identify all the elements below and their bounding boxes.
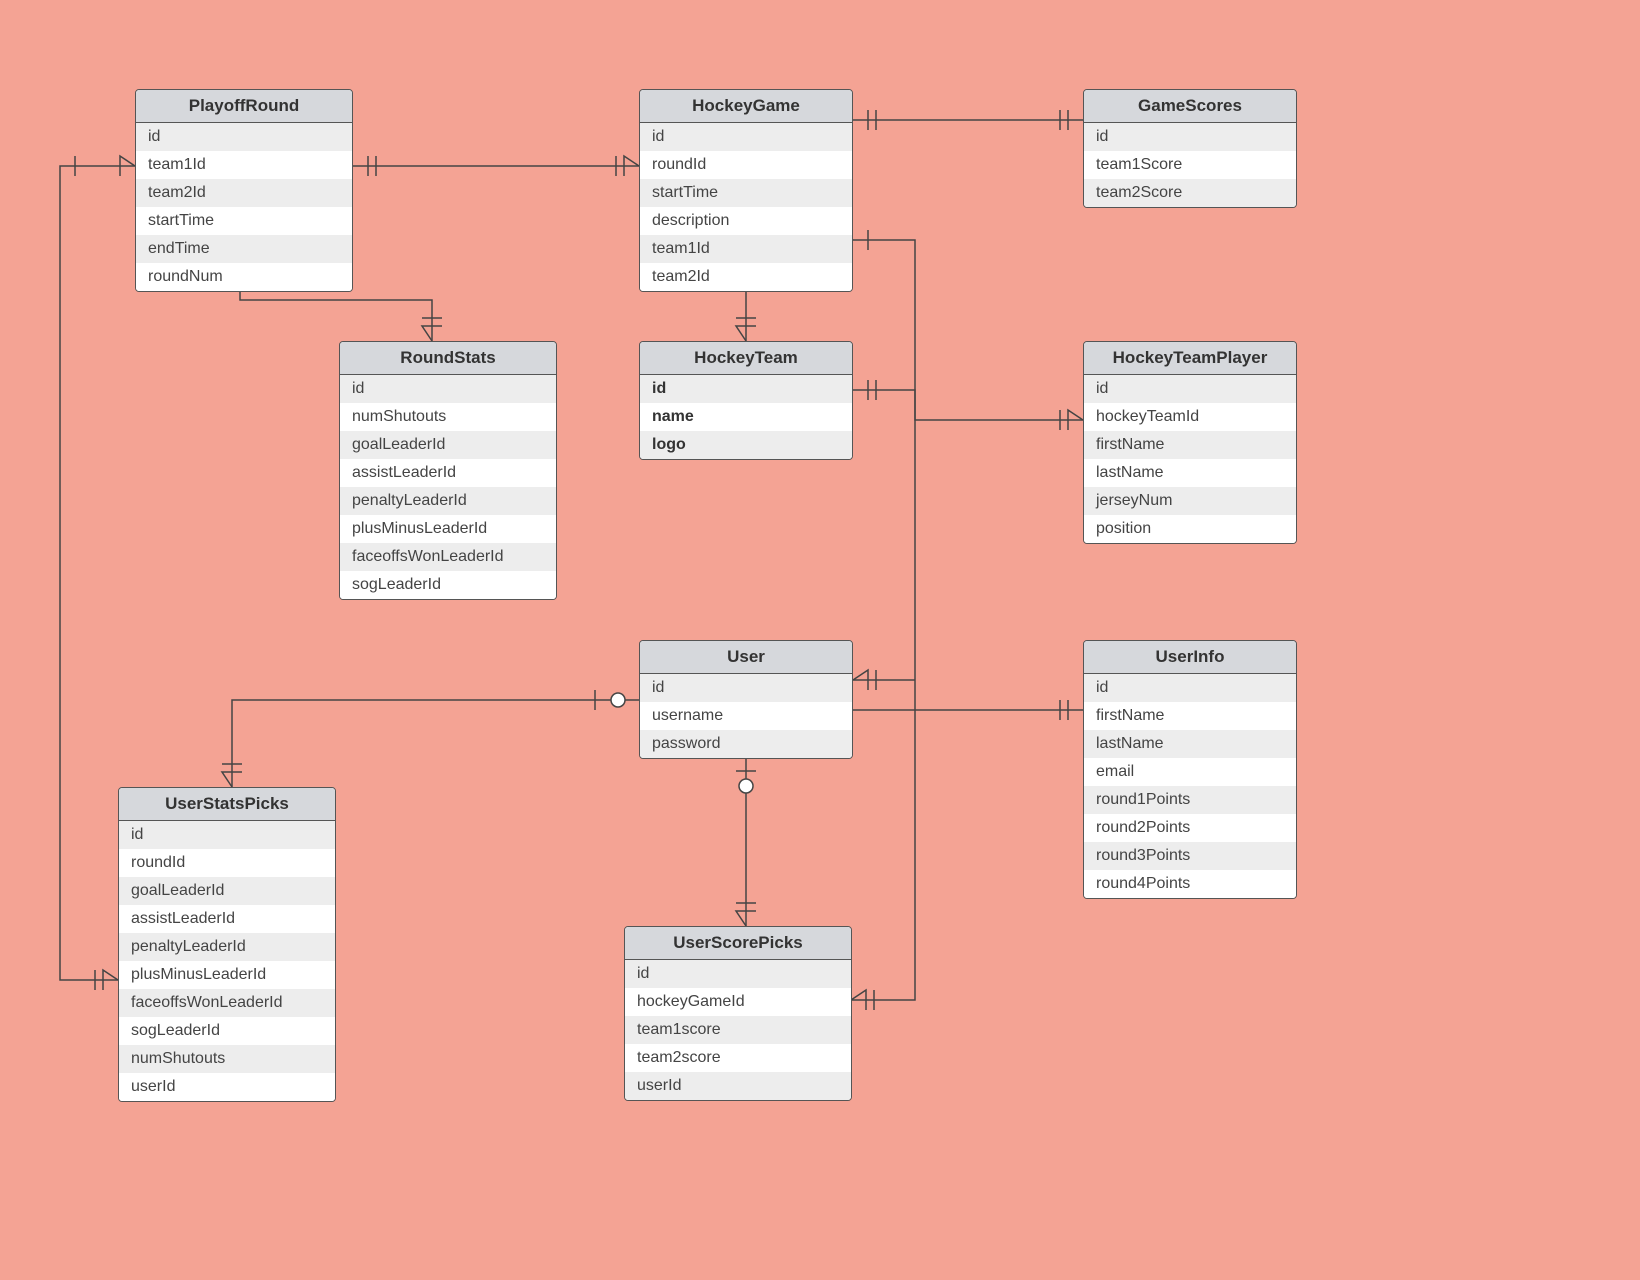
field: sogLeaderId [340, 571, 556, 599]
field: team1Id [640, 235, 852, 263]
field: plusMinusLeaderId [340, 515, 556, 543]
field: round1Points [1084, 786, 1296, 814]
field: name [640, 403, 852, 431]
field: roundNum [136, 263, 352, 291]
field: assistLeaderId [340, 459, 556, 487]
field: assistLeaderId [119, 905, 335, 933]
field: logo [640, 431, 852, 459]
field: penaltyLeaderId [340, 487, 556, 515]
entity-title: UserInfo [1084, 641, 1296, 674]
field: roundId [119, 849, 335, 877]
entity-hockey-game: HockeyGame id roundId startTime descript… [639, 89, 853, 292]
field: firstName [1084, 431, 1296, 459]
entity-fields: id hockeyTeamId firstName lastName jerse… [1084, 375, 1296, 543]
field: description [640, 207, 852, 235]
entity-round-stats: RoundStats id numShutouts goalLeaderId a… [339, 341, 557, 600]
field: lastName [1084, 730, 1296, 758]
entity-title: HockeyGame [640, 90, 852, 123]
field: id [1084, 375, 1296, 403]
field: password [640, 730, 852, 758]
field: firstName [1084, 702, 1296, 730]
entity-user-score-picks: UserScorePicks id hockeyGameId team1scor… [624, 926, 852, 1101]
field: faceoffsWonLeaderId [119, 989, 335, 1017]
entity-title: RoundStats [340, 342, 556, 375]
field: startTime [640, 179, 852, 207]
field: numShutouts [340, 403, 556, 431]
field: startTime [136, 207, 352, 235]
field: team2Score [1084, 179, 1296, 207]
field: id [640, 674, 852, 702]
field: team1score [625, 1016, 851, 1044]
field: id [136, 123, 352, 151]
field: round4Points [1084, 870, 1296, 898]
entity-user-info: UserInfo id firstName lastName email rou… [1083, 640, 1297, 899]
field: userId [625, 1072, 851, 1100]
field: goalLeaderId [340, 431, 556, 459]
field: goalLeaderId [119, 877, 335, 905]
entity-title: UserStatsPicks [119, 788, 335, 821]
entity-user-stats-picks: UserStatsPicks id roundId goalLeaderId a… [118, 787, 336, 1102]
field: team1Id [136, 151, 352, 179]
field: id [340, 375, 556, 403]
field: id [640, 123, 852, 151]
field: roundId [640, 151, 852, 179]
entity-title: GameScores [1084, 90, 1296, 123]
field: username [640, 702, 852, 730]
field: id [625, 960, 851, 988]
entity-hockey-team-player: HockeyTeamPlayer id hockeyTeamId firstNa… [1083, 341, 1297, 544]
field: team2Id [136, 179, 352, 207]
field: id [640, 375, 852, 403]
field: jerseyNum [1084, 487, 1296, 515]
entity-user: User id username password [639, 640, 853, 759]
field: email [1084, 758, 1296, 786]
entity-fields: id team1Id team2Id startTime endTime rou… [136, 123, 352, 291]
field: round2Points [1084, 814, 1296, 842]
entity-fields: id name logo [640, 375, 852, 459]
entity-hockey-team: HockeyTeam id name logo [639, 341, 853, 460]
field: sogLeaderId [119, 1017, 335, 1045]
entity-fields: id numShutouts goalLeaderId assistLeader… [340, 375, 556, 599]
entity-title: HockeyTeam [640, 342, 852, 375]
field: id [119, 821, 335, 849]
field: userId [119, 1073, 335, 1101]
entity-fields: id roundId goalLeaderId assistLeaderId p… [119, 821, 335, 1101]
field: team1Score [1084, 151, 1296, 179]
field: team2Id [640, 263, 852, 291]
field: faceoffsWonLeaderId [340, 543, 556, 571]
field: plusMinusLeaderId [119, 961, 335, 989]
entity-title: User [640, 641, 852, 674]
field: lastName [1084, 459, 1296, 487]
field: position [1084, 515, 1296, 543]
entity-fields: id roundId startTime description team1Id… [640, 123, 852, 291]
field: id [1084, 674, 1296, 702]
field: hockeyGameId [625, 988, 851, 1016]
entity-fields: id hockeyGameId team1score team2score us… [625, 960, 851, 1100]
field: hockeyTeamId [1084, 403, 1296, 431]
field: endTime [136, 235, 352, 263]
field: round3Points [1084, 842, 1296, 870]
field: team2score [625, 1044, 851, 1072]
field: penaltyLeaderId [119, 933, 335, 961]
entity-fields: id username password [640, 674, 852, 758]
entity-fields: id team1Score team2Score [1084, 123, 1296, 207]
entity-playoff-round: PlayoffRound id team1Id team2Id startTim… [135, 89, 353, 292]
field: id [1084, 123, 1296, 151]
entity-title: HockeyTeamPlayer [1084, 342, 1296, 375]
field: numShutouts [119, 1045, 335, 1073]
entity-fields: id firstName lastName email round1Points… [1084, 674, 1296, 898]
entity-title: UserScorePicks [625, 927, 851, 960]
entity-game-scores: GameScores id team1Score team2Score [1083, 89, 1297, 208]
entity-title: PlayoffRound [136, 90, 352, 123]
